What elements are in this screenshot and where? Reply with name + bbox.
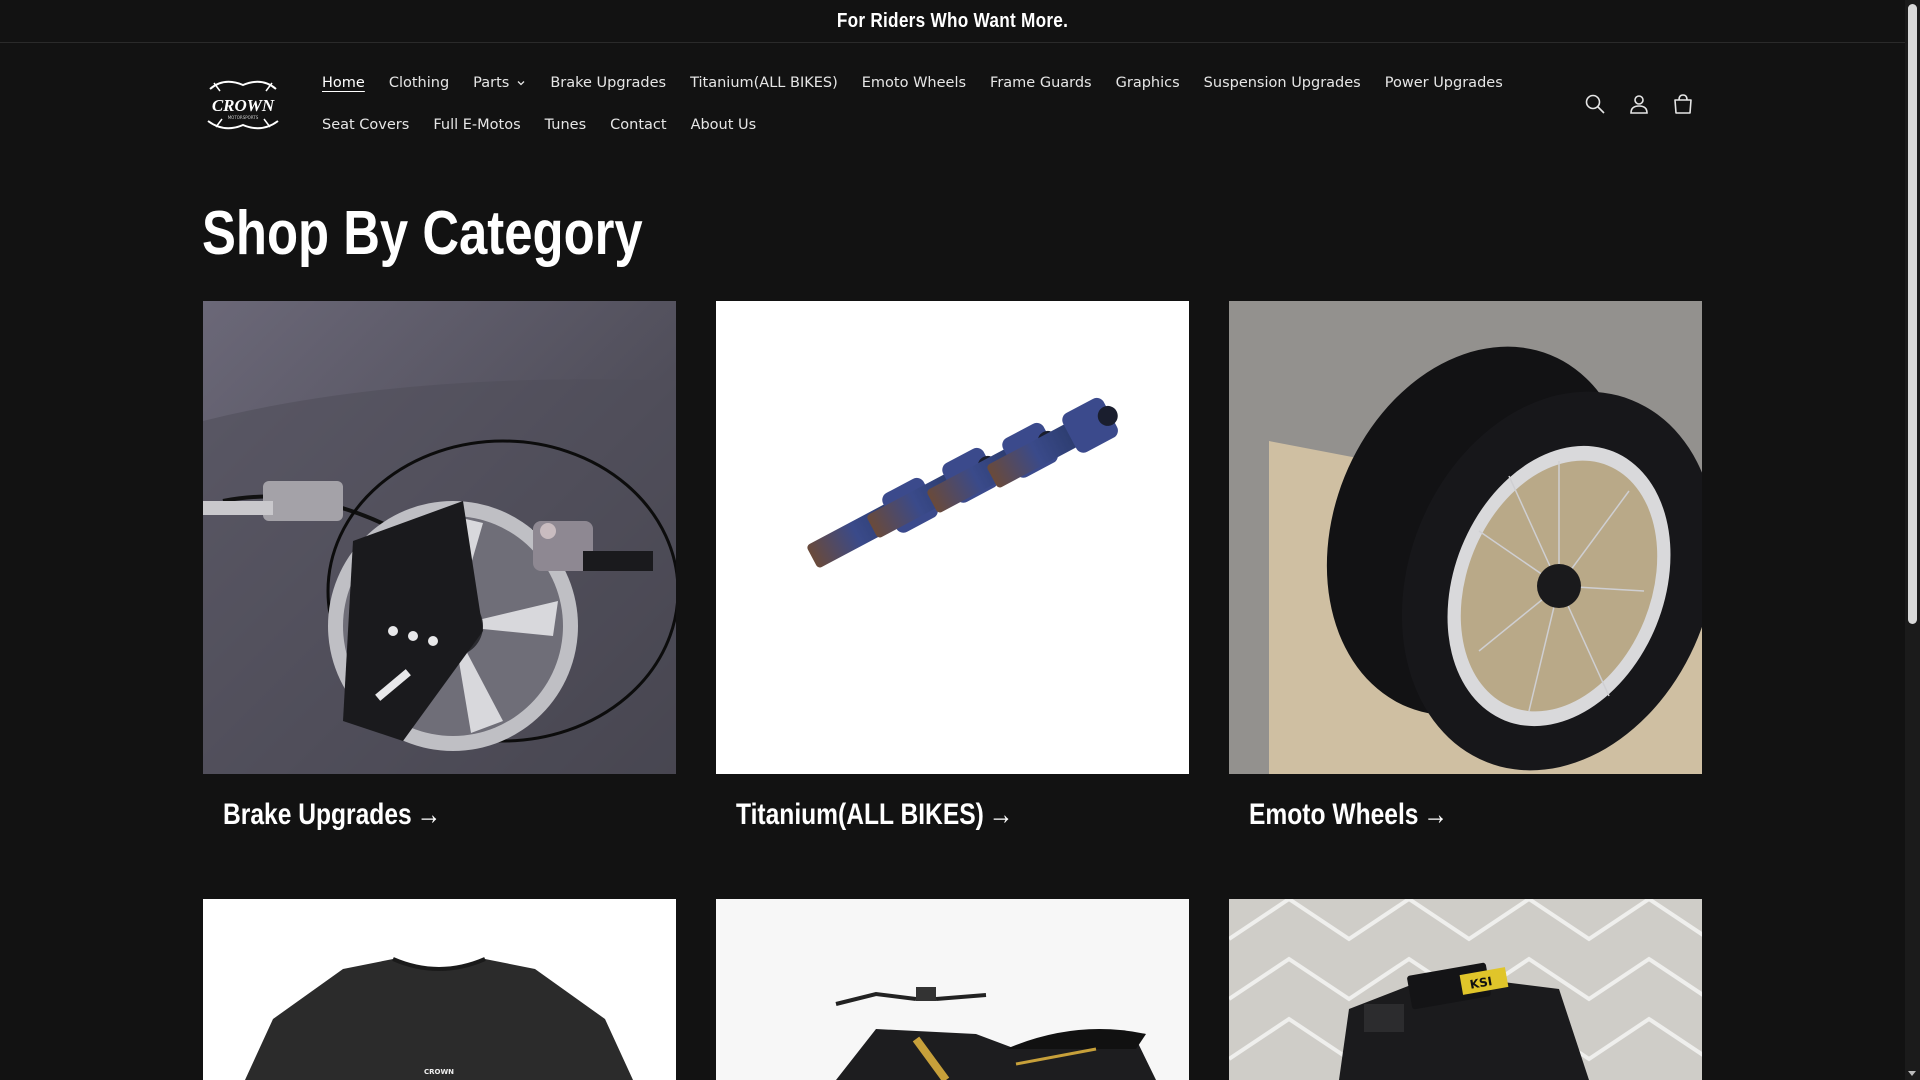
- header-icons: [1582, 91, 1696, 117]
- category-card-brake-upgrades[interactable]: Brake Upgrades →: [203, 301, 676, 831]
- search-icon[interactable]: [1582, 91, 1608, 117]
- logo-text: CROWN: [212, 96, 275, 115]
- nav-titanium[interactable]: Titanium(ALL BIKES): [678, 73, 850, 93]
- nav-seat-covers[interactable]: Seat Covers: [322, 115, 421, 135]
- nav-clothing[interactable]: Clothing: [377, 73, 461, 93]
- crown-logo[interactable]: CROWN MOTORSPORTS: [204, 75, 282, 135]
- category-card-emoto-wheels[interactable]: Emoto Wheels →: [1229, 301, 1702, 831]
- nav-suspension-upgrades[interactable]: Suspension Upgrades: [1192, 73, 1373, 93]
- nav-label: Seat Covers: [322, 117, 410, 133]
- chevron-down-icon: [517, 81, 525, 86]
- scrollbar-thumb[interactable]: [1908, 4, 1917, 624]
- logo-subtext: MOTORSPORTS: [228, 115, 259, 120]
- e-moto-image: [716, 899, 1189, 1080]
- nav-frame-guards[interactable]: Frame Guards: [978, 73, 1104, 93]
- category-card-titanium[interactable]: Titanium(ALL BIKES) →: [716, 301, 1189, 831]
- nav-label: Graphics: [1115, 75, 1180, 91]
- titanium-bolts-image: [716, 301, 1189, 774]
- nav-label: About Us: [690, 117, 757, 133]
- section-title: Shop By Category: [202, 199, 643, 268]
- cart-icon[interactable]: [1670, 91, 1696, 117]
- category-label: Brake Upgrades →: [223, 798, 441, 832]
- nav-label: Power Upgrades: [1384, 75, 1503, 91]
- category-label-text: Emoto Wheels: [1249, 798, 1419, 831]
- announcement-text: For Riders Who Want More.: [836, 9, 1069, 32]
- nav-tunes[interactable]: Tunes: [533, 115, 599, 135]
- category-label: Emoto Wheels →: [1249, 798, 1448, 832]
- arrow-right-icon: →: [416, 798, 442, 831]
- nav-home[interactable]: Home: [322, 73, 377, 93]
- nav-label: Frame Guards: [990, 75, 1092, 91]
- nav-label: Parts: [473, 75, 510, 91]
- battery-pack-image: KSI: [1229, 899, 1702, 1080]
- arrow-right-icon: →: [988, 798, 1014, 831]
- nav-label: Contact: [610, 117, 667, 133]
- nav-parts[interactable]: Parts: [461, 73, 538, 93]
- nav-label: Full E-Motos: [433, 117, 521, 133]
- nav-label: Brake Upgrades: [550, 75, 667, 91]
- category-card-clothing[interactable]: CROWN: [203, 899, 676, 1080]
- announcement-bar: For Riders Who Want More.: [0, 0, 1905, 43]
- nav-label: Titanium(ALL BIKES): [690, 75, 838, 91]
- nav-full-e-motos[interactable]: Full E-Motos: [421, 115, 532, 135]
- nav-brake-upgrades[interactable]: Brake Upgrades: [538, 73, 678, 93]
- arrow-right-icon: →: [1423, 798, 1449, 831]
- brake-kit-image: [203, 301, 676, 774]
- category-label-text: Brake Upgrades: [223, 798, 412, 831]
- nav-label: Home: [322, 75, 365, 91]
- account-icon[interactable]: [1626, 91, 1652, 117]
- t-shirt-print-text: CROWN: [424, 1068, 454, 1076]
- category-label: Titanium(ALL BIKES) →: [736, 798, 1013, 832]
- nav-contact[interactable]: Contact: [598, 115, 678, 135]
- nav-power-upgrades[interactable]: Power Upgrades: [1373, 73, 1515, 93]
- main-nav-row-2: Seat Covers Full E-Motos Tunes Contact A…: [322, 115, 768, 135]
- nav-label: Clothing: [388, 75, 450, 91]
- nav-emoto-wheels[interactable]: Emoto Wheels: [850, 73, 978, 93]
- nav-label: Emoto Wheels: [861, 75, 967, 91]
- main-nav-row-1: Home Clothing Parts Brake Upgrades Titan…: [322, 73, 1515, 93]
- nav-about-us[interactable]: About Us: [679, 115, 769, 135]
- nav-graphics[interactable]: Graphics: [1104, 73, 1192, 93]
- nav-label: Tunes: [544, 117, 587, 133]
- category-card-full-e-motos[interactable]: [716, 899, 1189, 1080]
- nav-label: Suspension Upgrades: [1203, 75, 1361, 91]
- t-shirt-image: CROWN: [203, 899, 676, 1080]
- site-header: CROWN MOTORSPORTS Home Clothing Parts Br…: [0, 43, 1905, 173]
- wheels-image: [1229, 301, 1702, 774]
- page-scrollbar[interactable]: [1905, 0, 1920, 1080]
- scroll-down-arrow-icon[interactable]: [1908, 1071, 1916, 1076]
- category-card-power-upgrades[interactable]: KSI: [1229, 899, 1702, 1080]
- category-label-text: Titanium(ALL BIKES): [736, 798, 984, 831]
